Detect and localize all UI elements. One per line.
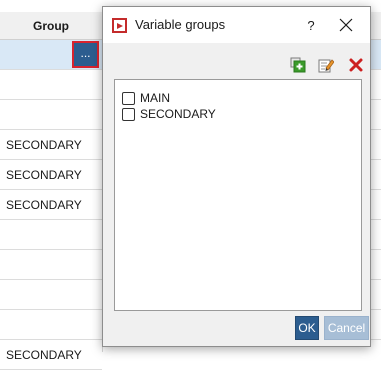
- delete-group-button[interactable]: [348, 57, 364, 73]
- table-row[interactable]: [0, 250, 102, 280]
- table-row[interactable]: [370, 130, 381, 160]
- close-icon: [339, 18, 353, 32]
- edit-group-button[interactable]: [318, 57, 335, 73]
- app-logo-icon: [112, 18, 127, 33]
- delete-group-icon: [349, 58, 363, 72]
- group-column-header[interactable]: Group: [0, 12, 102, 40]
- table-row[interactable]: [370, 100, 381, 130]
- dialog-title: Variable groups: [135, 17, 226, 32]
- table-row[interactable]: [370, 280, 381, 310]
- secondary-checkbox[interactable]: [122, 107, 135, 121]
- table-row[interactable]: SECONDARY: [0, 190, 102, 220]
- group-item-main[interactable]: MAIN: [122, 90, 170, 106]
- variable-groups-dialog: Variable groups ? MAIN SECONDARY OK Canc…: [102, 6, 371, 347]
- main-checkbox[interactable]: [122, 91, 135, 105]
- help-button[interactable]: ?: [301, 15, 321, 35]
- table-row[interactable]: [370, 220, 381, 250]
- table-row[interactable]: SECONDARY: [0, 130, 102, 160]
- dialog-titlebar[interactable]: Variable groups ?: [103, 7, 370, 43]
- table-row[interactable]: [0, 100, 102, 130]
- cell-value: SECONDARY: [6, 167, 82, 182]
- add-group-button[interactable]: [290, 57, 306, 73]
- group-item-secondary[interactable]: SECONDARY: [122, 106, 216, 122]
- group-item-label: SECONDARY: [140, 107, 216, 121]
- edit-group-ellipsis-button[interactable]: ...: [72, 41, 99, 68]
- ok-button[interactable]: OK: [295, 316, 319, 340]
- cell-value: SECONDARY: [6, 137, 82, 152]
- cancel-button[interactable]: Cancel: [324, 316, 369, 340]
- table-row[interactable]: [370, 250, 381, 280]
- table-row[interactable]: [370, 70, 381, 100]
- table-row[interactable]: [0, 310, 102, 340]
- table-row[interactable]: SECONDARY: [0, 160, 102, 190]
- table-row[interactable]: [0, 280, 102, 310]
- table-row[interactable]: [370, 40, 381, 70]
- group-item-label: MAIN: [140, 91, 170, 105]
- cell-value: SECONDARY: [6, 197, 82, 212]
- table-row[interactable]: [0, 220, 102, 250]
- table-row[interactable]: [370, 310, 381, 340]
- add-group-icon: [290, 57, 306, 73]
- close-button[interactable]: [334, 13, 358, 37]
- table-row[interactable]: SECONDARY: [0, 340, 102, 370]
- next-column-header[interactable]: [370, 12, 381, 40]
- group-list[interactable]: MAIN SECONDARY: [114, 79, 362, 311]
- edit-group-icon: [318, 59, 335, 73]
- cell-value: SECONDARY: [6, 347, 82, 362]
- table-row[interactable]: [370, 190, 381, 220]
- table-row[interactable]: [370, 160, 381, 190]
- table-row[interactable]: [0, 70, 102, 100]
